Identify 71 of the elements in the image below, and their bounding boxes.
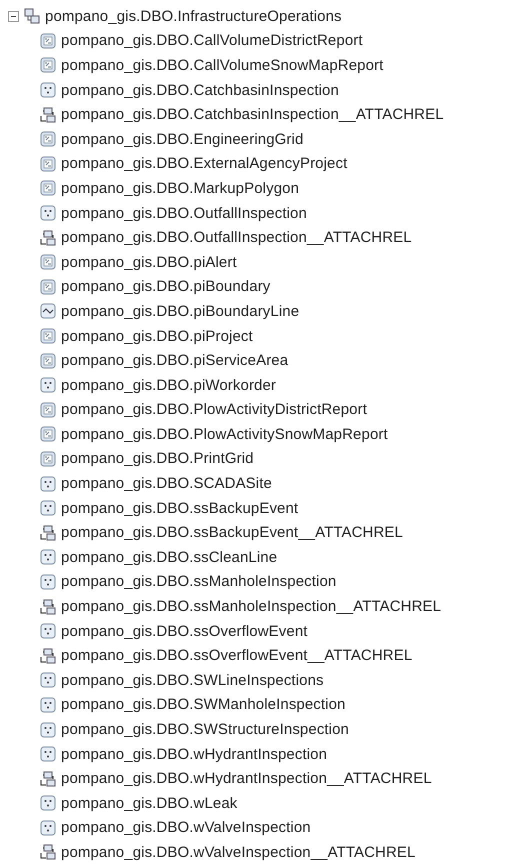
dataset-icon — [24, 8, 40, 24]
tree-item[interactable]: pompano_gis.DBO.wHydrantInspection — [61, 746, 328, 763]
tree-item[interactable]: pompano_gis.DBO.SWStructureInspection — [61, 721, 350, 738]
point-layer-icon — [40, 746, 56, 762]
table-icon — [40, 426, 56, 442]
relationship-icon — [40, 230, 56, 246]
point-layer-icon — [40, 672, 56, 688]
tree-item[interactable]: pompano_gis.DBO.PlowActivitySnowMapReport — [61, 426, 388, 443]
tree-item[interactable]: pompano_gis.DBO.ssBackupEvent__ATTACHREL — [61, 524, 403, 542]
tree-item[interactable]: pompano_gis.DBO.SCADASite — [61, 475, 272, 492]
tree-item[interactable]: pompano_gis.DBO.CallVolumeDistrictReport — [61, 32, 363, 50]
tree-item[interactable]: pompano_gis.DBO.piServiceArea — [61, 352, 288, 370]
tree-item[interactable]: pompano_gis.DBO.CatchbasinInspection__ATTACHREL — [61, 106, 444, 124]
tree-item[interactable]: pompano_gis.DBO.wLeak — [61, 794, 238, 812]
tree-item[interactable]: pompano_gis.DBO.MarkupPolygon — [61, 180, 300, 197]
table-icon — [40, 402, 56, 418]
tree-item[interactable]: pompano_gis.DBO.ssManholeInspection__ATTACHREL — [61, 598, 442, 616]
tree-item[interactable]: pompano_gis.DBO.piBoundary — [61, 278, 270, 296]
relationship-icon — [40, 844, 56, 860]
point-layer-icon — [40, 696, 56, 713]
tree-item[interactable]: pompano_gis.DBO.InfrastructureOperations — [45, 8, 342, 25]
point-layer-icon — [40, 500, 56, 516]
point-layer-icon — [40, 722, 56, 738]
tree-item[interactable]: pompano_gis.DBO.ExternalAgencyProject — [61, 155, 348, 172]
tree-item[interactable]: pompano_gis.DBO.ssOverflowEvent — [61, 622, 308, 640]
point-layer-icon — [40, 205, 56, 222]
tree-item[interactable]: pompano_gis.DBO.SWManholeInspection — [61, 696, 346, 714]
tree-item[interactable]: pompano_gis.DBO.wValveInspection — [61, 819, 311, 836]
tree-item[interactable]: pompano_gis.DBO.ssOverflowEvent__ATTACHREL — [61, 647, 412, 664]
point-layer-icon — [40, 795, 56, 812]
table-icon — [40, 254, 56, 270]
point-layer-icon — [40, 820, 56, 836]
table-icon — [40, 328, 56, 344]
tree-item[interactable]: pompano_gis.DBO.piBoundaryLine — [61, 302, 300, 320]
tree-item[interactable]: pompano_gis.DBO.ssManholeInspection — [61, 573, 336, 590]
point-layer-icon — [40, 574, 56, 590]
tree-item[interactable]: pompano_gis.DBO.piWorkorder — [61, 376, 276, 394]
point-layer-icon — [40, 549, 56, 566]
tree-item[interactable]: pompano_gis.DBO.OutfallInspection__ATTACHREL — [61, 229, 412, 246]
tree-item[interactable]: pompano_gis.DBO.SWLineInspections — [61, 672, 324, 689]
point-layer-icon — [40, 82, 56, 98]
collapse-icon[interactable] — [8, 10, 19, 22]
relationship-icon — [40, 106, 56, 123]
table-icon — [40, 57, 56, 74]
point-layer-icon — [40, 377, 56, 394]
tree-item[interactable]: pompano_gis.DBO.wValveInspection__ATTACHREL — [61, 844, 416, 861]
tree-item[interactable]: pompano_gis.DBO.PrintGrid — [61, 450, 254, 468]
tree-item[interactable]: pompano_gis.DBO.ssBackupEvent — [61, 500, 298, 517]
table-icon — [40, 450, 56, 467]
relationship-icon — [40, 770, 56, 787]
table-icon — [40, 32, 56, 49]
point-layer-icon — [40, 623, 56, 640]
relationship-icon — [40, 524, 56, 541]
tree-item[interactable]: pompano_gis.DBO.OutfallInspection — [61, 204, 307, 222]
relationship-icon — [40, 598, 56, 615]
line-layer-icon — [40, 303, 56, 320]
tree-item[interactable]: pompano_gis.DBO.wHydrantInspection__ATTACHREL — [61, 770, 432, 788]
tree-item[interactable]: pompano_gis.DBO.EngineeringGrid — [61, 130, 304, 148]
tree-item[interactable]: pompano_gis.DBO.piAlert — [61, 254, 237, 271]
tree-item[interactable]: pompano_gis.DBO.CallVolumeSnowMapReport — [61, 56, 384, 74]
tree-item[interactable]: pompano_gis.DBO.ssCleanLine — [61, 548, 278, 566]
table-icon — [40, 156, 56, 172]
table-icon — [40, 131, 56, 148]
table-icon — [40, 352, 56, 369]
point-layer-icon — [40, 476, 56, 492]
relationship-icon — [40, 648, 56, 664]
table-icon — [40, 278, 56, 295]
tree-item[interactable]: pompano_gis.DBO.CatchbasinInspection — [61, 82, 339, 99]
table-icon — [40, 180, 56, 196]
tree-item[interactable]: pompano_gis.DBO.PlowActivityDistrictReport — [61, 401, 367, 418]
tree-item[interactable]: pompano_gis.DBO.piProject — [61, 328, 253, 345]
